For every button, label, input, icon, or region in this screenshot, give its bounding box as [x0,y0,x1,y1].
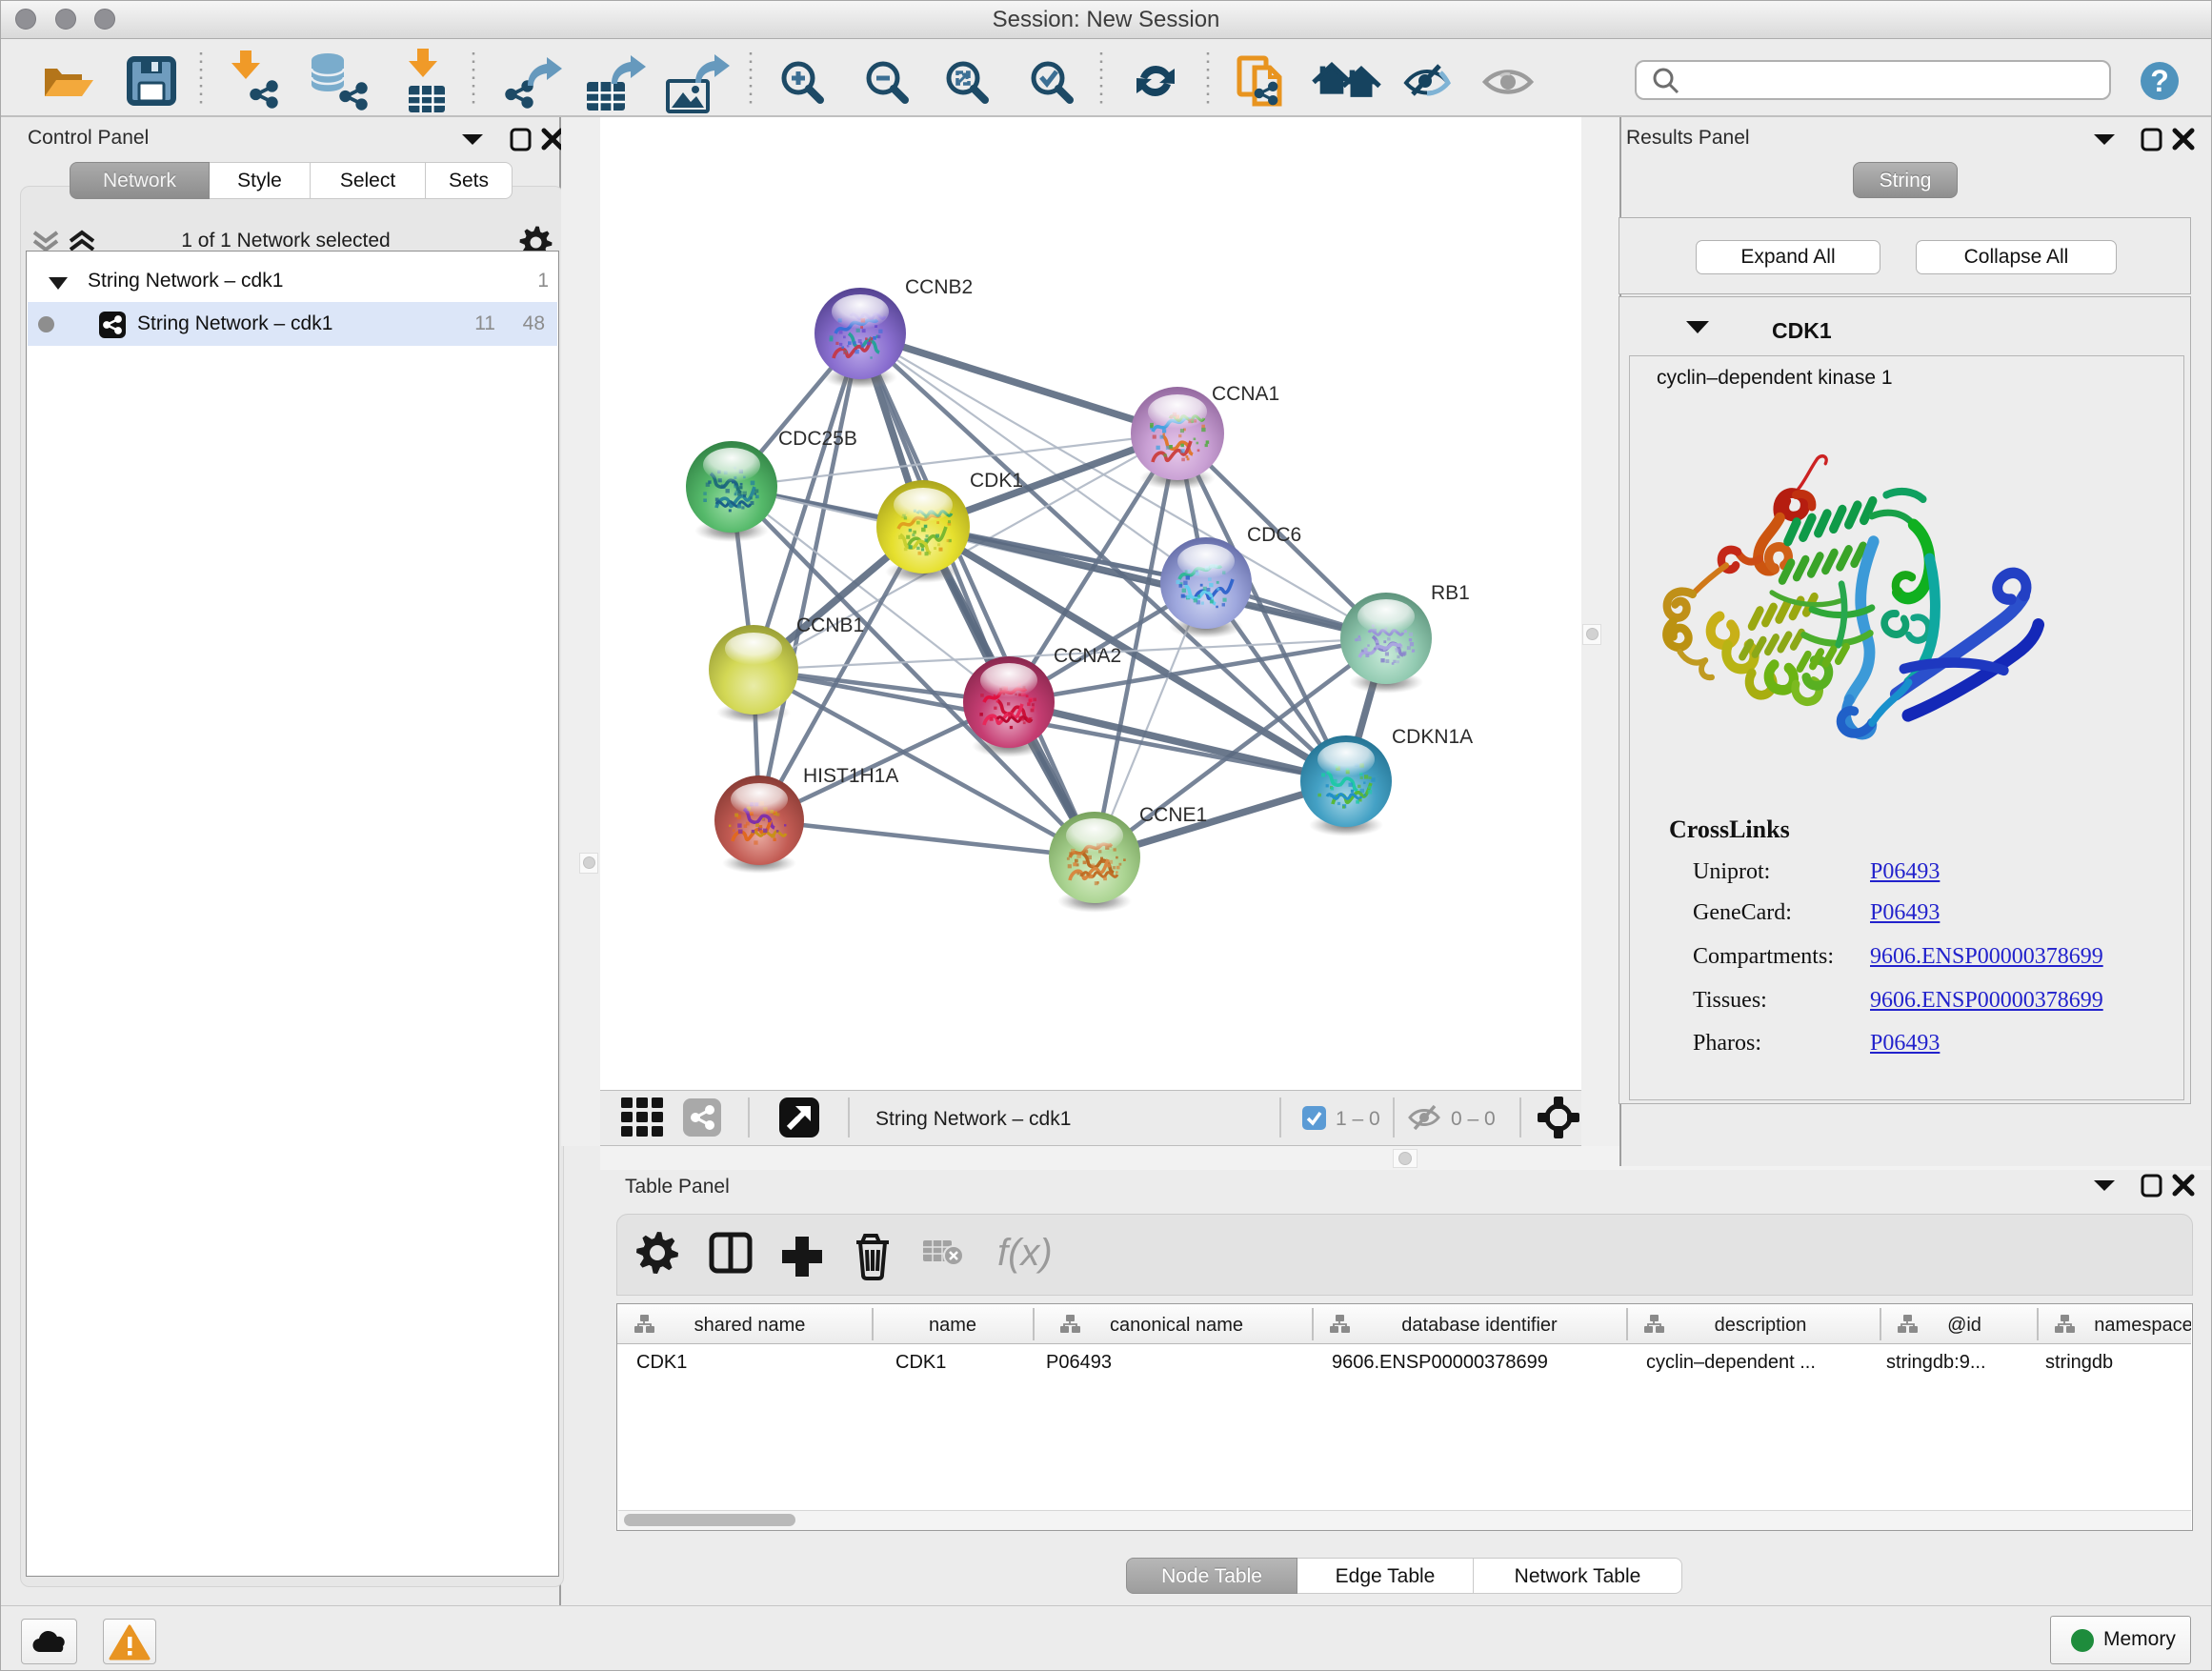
svg-text:CDK1: CDK1 [970,470,1023,492]
svg-text:canonical name: canonical name [1110,1315,1243,1336]
svg-text:CCNA1: CCNA1 [1212,383,1279,405]
svg-text:CDC25B: CDC25B [778,428,857,450]
svg-text:CCNA2: CCNA2 [1054,645,1121,667]
svg-text:database identifier: database identifier [1401,1315,1558,1336]
svg-text:name: name [929,1315,976,1336]
svg-text:1 – 0: 1 – 0 [1336,1108,1380,1130]
svg-text:namespace: namespace [2094,1315,2191,1336]
svg-text:HIST1H1A: HIST1H1A [803,765,898,787]
svg-text:f(x): f(x) [997,1232,1053,1274]
svg-text:0 – 0: 0 – 0 [1451,1108,1496,1130]
svg-text:CDKN1A: CDKN1A [1392,726,1473,748]
svg-text:@id: @id [1947,1315,1981,1336]
svg-text:CDC6: CDC6 [1247,524,1301,546]
svg-text:String Network – cdk1: String Network – cdk1 [875,1108,1071,1130]
svg-text:description: description [1715,1315,1807,1336]
svg-text:CCNB2: CCNB2 [905,276,973,298]
svg-text:RB1: RB1 [1431,582,1470,604]
svg-text:CCNB1: CCNB1 [796,614,864,636]
svg-text:CCNE1: CCNE1 [1139,804,1207,826]
svg-text:?: ? [2150,64,2169,98]
svg-text:shared name: shared name [694,1315,806,1336]
